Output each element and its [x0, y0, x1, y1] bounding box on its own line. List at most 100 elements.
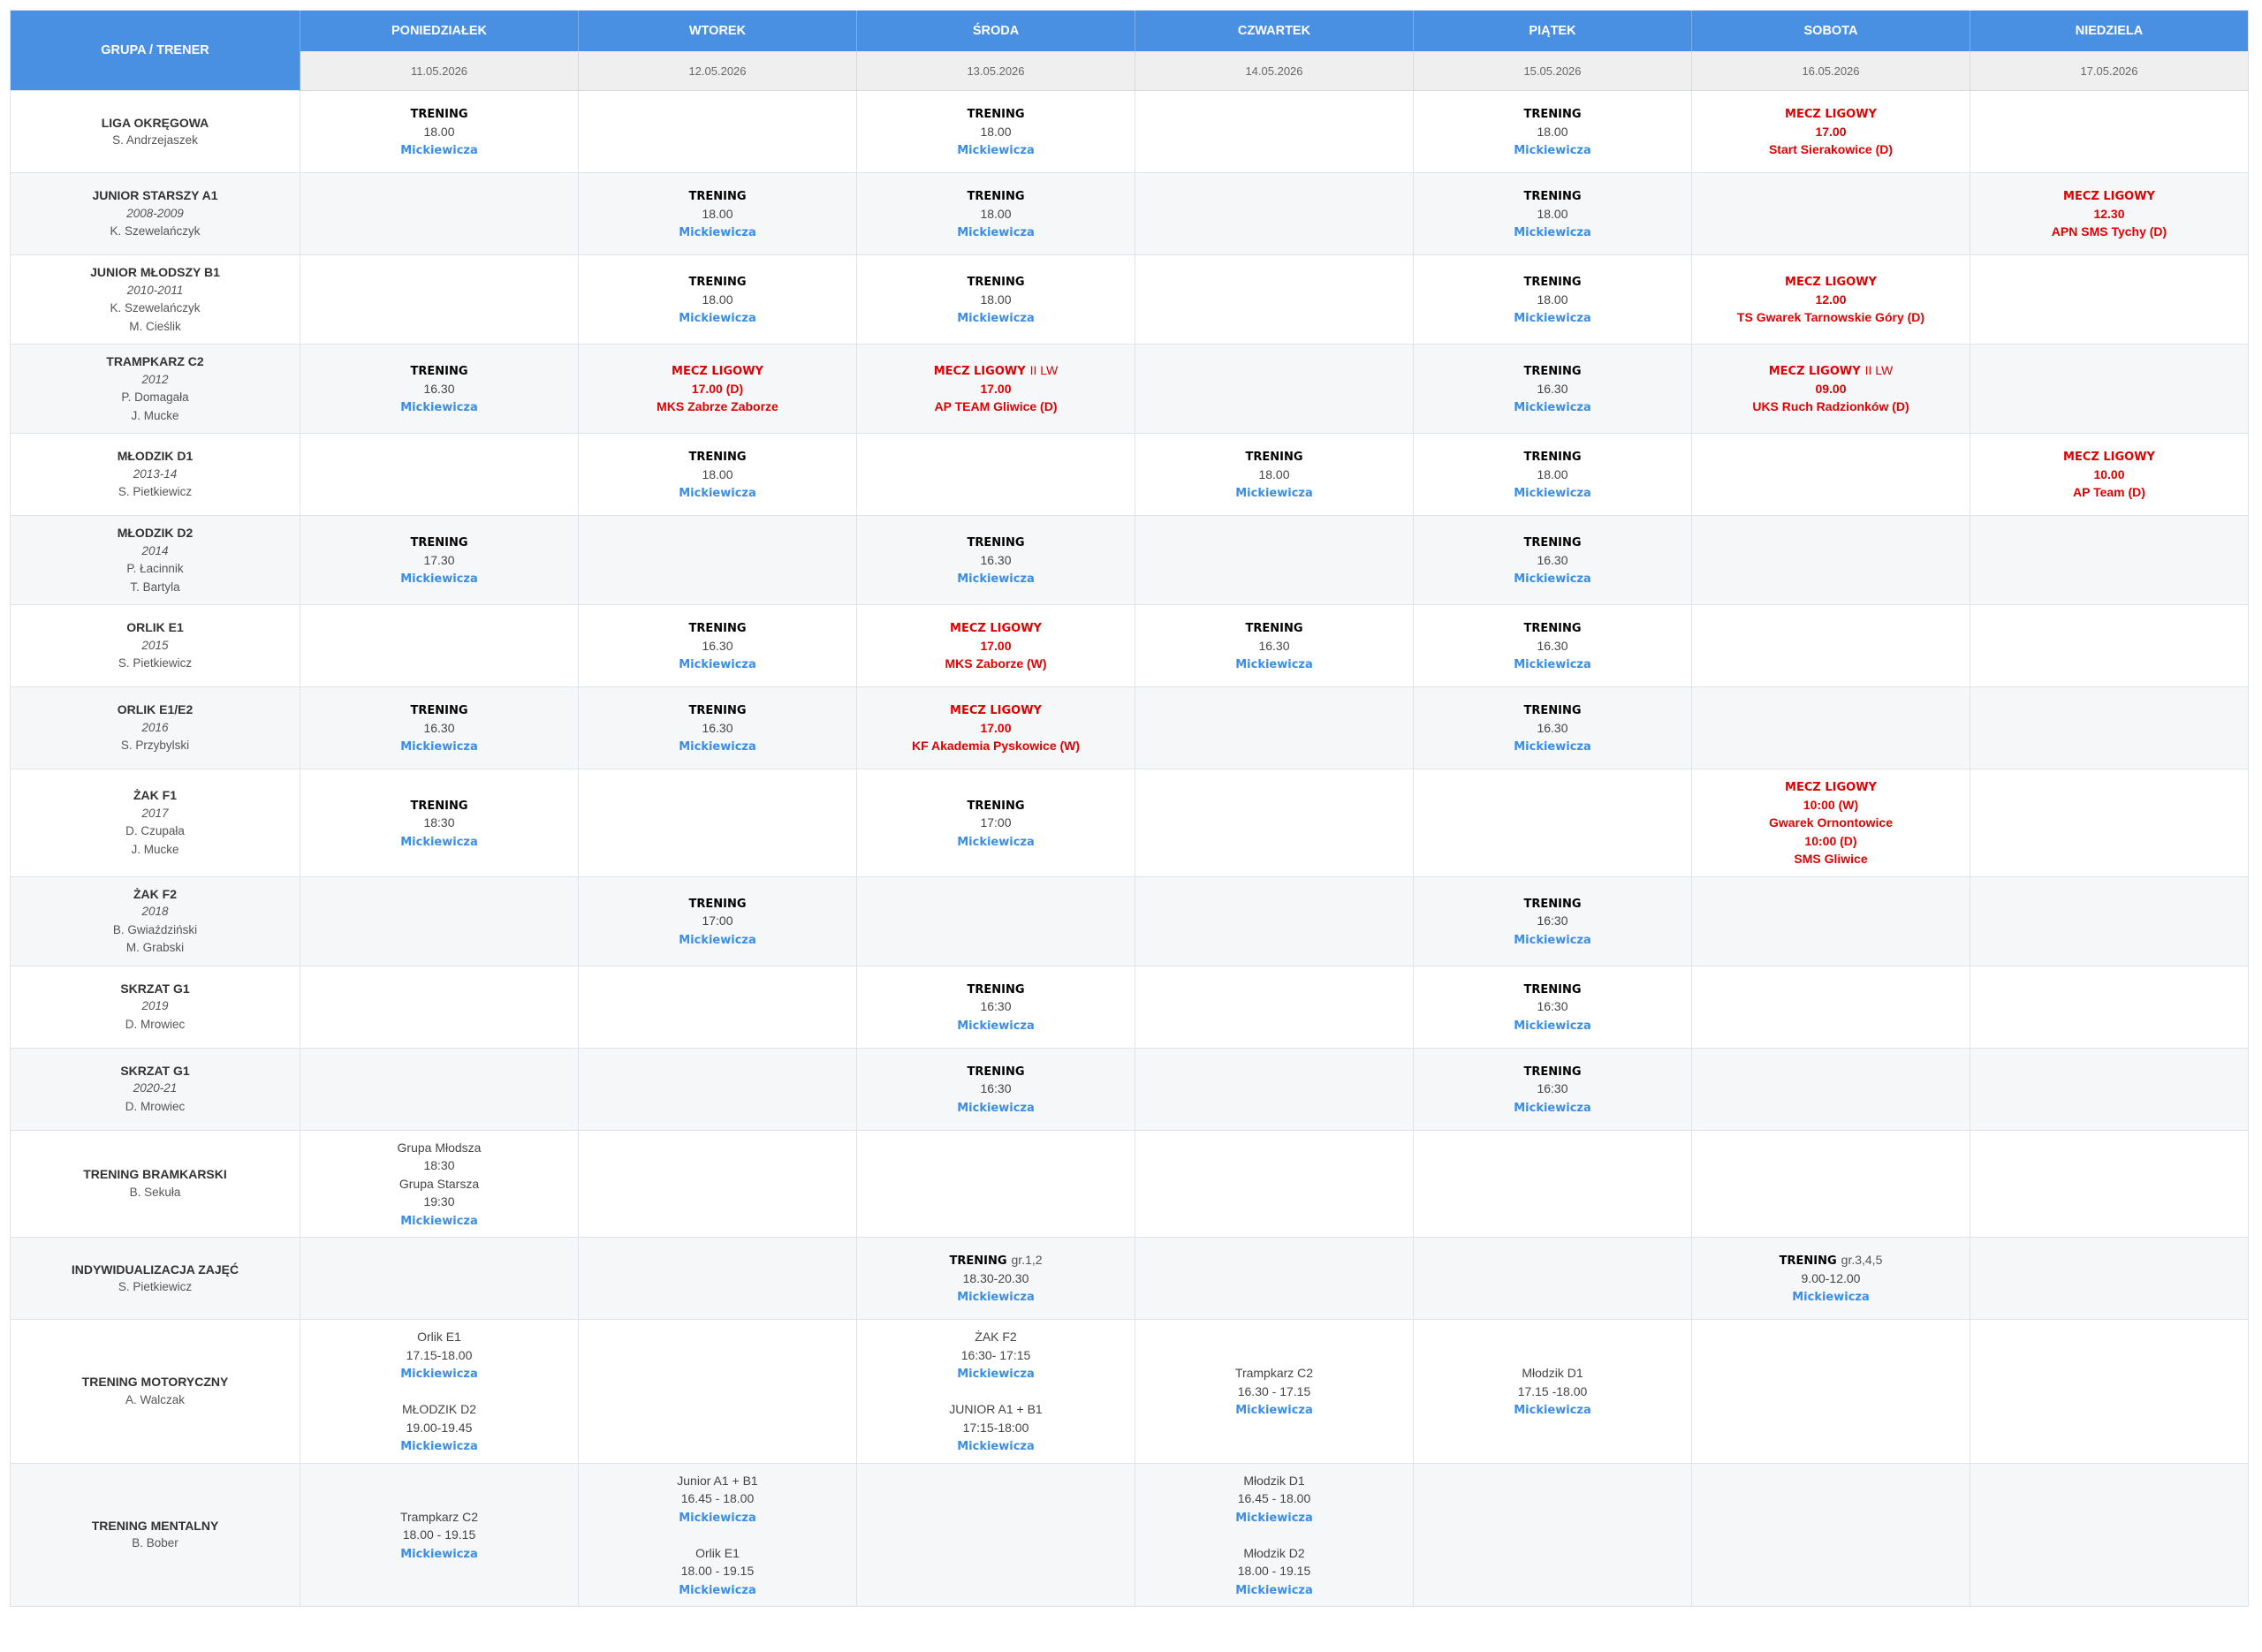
time-text: 16.30 - 17.15: [1237, 1383, 1311, 1398]
group-trainer-header: GRUPA / TRENER: [10, 10, 300, 91]
cell-line: Grupa Starsza: [306, 1175, 573, 1194]
location-link[interactable]: Mickiewicza: [1235, 1584, 1313, 1597]
location-link[interactable]: Mickiewicza: [957, 1368, 1035, 1381]
schedule-cell: [1691, 604, 1970, 687]
time-text: 18.00: [1537, 124, 1568, 139]
location-link[interactable]: Mickiewicza: [400, 1440, 478, 1453]
location-link[interactable]: Mickiewicza: [957, 1440, 1035, 1453]
training-label: TRENING: [1523, 365, 1582, 379]
schedule-cell: [1970, 875, 2249, 966]
cell-line: 18.00 - 19.15: [306, 1526, 573, 1544]
training-label: TRENING: [410, 799, 468, 813]
cell-line: TRENING: [584, 894, 851, 913]
location-link[interactable]: Mickiewicza: [679, 226, 756, 239]
cell-line: Mickiewicza: [862, 1098, 1129, 1117]
location-link[interactable]: Mickiewicza: [679, 487, 756, 500]
location-link[interactable]: Mickiewicza: [679, 658, 756, 671]
weekly-schedule-table: GRUPA / TRENER PONIEDZIAŁEK WTOREK ŚRODA…: [10, 10, 2249, 1607]
location-link[interactable]: Mickiewicza: [400, 1548, 478, 1561]
location-link[interactable]: Mickiewicza: [1514, 401, 1591, 414]
cell-line: 18.00: [1419, 291, 1686, 309]
schedule-cell: TRENING 16.30 Mickiewicza: [1413, 344, 1692, 434]
time-text: 17:15-18:00: [962, 1420, 1029, 1435]
location-link[interactable]: Mickiewicza: [400, 740, 478, 754]
location-link[interactable]: Mickiewicza: [957, 836, 1035, 849]
location-link[interactable]: Mickiewicza: [957, 1102, 1035, 1115]
location-link[interactable]: Mickiewicza: [957, 144, 1035, 157]
location-link[interactable]: Mickiewicza: [1514, 740, 1591, 754]
schedule-cell: [1970, 1047, 2249, 1131]
location-link[interactable]: Mickiewicza: [1235, 1512, 1313, 1525]
location-link[interactable]: Mickiewicza: [1514, 1019, 1591, 1033]
match-time: 10.00: [2093, 466, 2125, 481]
schedule-cell: [1135, 875, 1414, 966]
location-link[interactable]: Mickiewicza: [400, 144, 478, 157]
training-label: TRENING: [949, 1254, 1007, 1269]
schedule-cell: TRENING 17:00 Mickiewicza: [856, 769, 1135, 877]
location-link[interactable]: Mickiewicza: [1514, 144, 1591, 157]
match-label: MECZ LIGOWY: [2063, 190, 2155, 204]
location-link[interactable]: Mickiewicza: [400, 1368, 478, 1381]
location-link[interactable]: Mickiewicza: [400, 572, 478, 586]
cell-line: Mickiewicza: [1697, 1287, 1964, 1306]
location-link[interactable]: Mickiewicza: [679, 1584, 756, 1597]
location-link[interactable]: Mickiewicza: [1235, 658, 1313, 671]
cell-line: MECZ LIGOWY: [1976, 447, 2243, 466]
location-link[interactable]: Mickiewicza: [400, 1215, 478, 1228]
location-link[interactable]: Mickiewicza: [957, 312, 1035, 325]
location-link[interactable]: Mickiewicza: [679, 312, 756, 325]
cell-line: Mickiewicza: [1419, 1098, 1686, 1117]
location-link[interactable]: Mickiewicza: [400, 836, 478, 849]
group-name: TRENING MOTORYCZNY: [81, 1375, 229, 1390]
location-link[interactable]: Mickiewicza: [1792, 1291, 1870, 1304]
cell-line: 17.30: [306, 551, 573, 570]
cell-line: Mickiewicza: [584, 308, 851, 327]
schedule-cell: [856, 1129, 1135, 1238]
opponent-name: UKS Ruch Radzionków (D): [1752, 399, 1909, 414]
cell-line: 17:00: [862, 814, 1129, 832]
group-cell: TRENING MOTORYCZNY A. Walczak: [10, 1319, 300, 1464]
cell-line: APN SMS Tychy (D): [1976, 223, 2243, 241]
location-link[interactable]: Mickiewicza: [1514, 658, 1591, 671]
cell-line: TRENING: [584, 272, 851, 291]
schedule-body: LIGA OKRĘGOWA S. Andrzejaszek TRENING 18.00…: [10, 90, 2249, 1607]
day-header-tuesday: WTOREK: [578, 10, 857, 51]
location-link[interactable]: Mickiewicza: [1235, 487, 1313, 500]
location-link[interactable]: Mickiewicza: [1514, 934, 1591, 947]
schedule-cell: [578, 769, 857, 877]
location-link[interactable]: Mickiewicza: [679, 1512, 756, 1525]
time-text: 18.00: [702, 292, 733, 307]
cell-line: TRENING: [1419, 361, 1686, 380]
schedule-row: TRENING MENTALNY B. Bober Trampkarz C2 18.0…: [10, 1462, 2249, 1607]
location-link[interactable]: Mickiewicza: [1514, 226, 1591, 239]
location-link[interactable]: Mickiewicza: [1514, 572, 1591, 586]
location-link[interactable]: Mickiewicza: [957, 1291, 1035, 1304]
cell-line: Mickiewicza: [306, 832, 573, 851]
location-link[interactable]: Mickiewicza: [1514, 1404, 1591, 1417]
training-label: TRENING: [967, 536, 1025, 550]
location-link[interactable]: Mickiewicza: [679, 740, 756, 754]
cell-line: 16.30: [1419, 551, 1686, 570]
schedule-cell: [1691, 686, 1970, 769]
location-link[interactable]: Mickiewicza: [957, 1019, 1035, 1033]
location-link[interactable]: Mickiewicza: [957, 226, 1035, 239]
schedule-cell: [1135, 965, 1414, 1049]
cell-line: Mickiewicza: [862, 308, 1129, 327]
location-link[interactable]: Mickiewicza: [1514, 1102, 1591, 1115]
time-text: 17.15 -18.00: [1517, 1383, 1588, 1398]
session-text: Trampkarz C2: [399, 1509, 479, 1524]
location-link[interactable]: Mickiewicza: [1514, 487, 1591, 500]
location-link[interactable]: Mickiewicza: [1514, 312, 1591, 325]
schedule-cell: TRENING 18.00 Mickiewicza: [856, 90, 1135, 173]
location-link[interactable]: Mickiewicza: [957, 572, 1035, 586]
day-date-tuesday: 12.05.2026: [578, 51, 857, 91]
location-link[interactable]: Mickiewicza: [1235, 1404, 1313, 1417]
time-text: 17:00: [702, 913, 733, 928]
opponent-name: MKS Zaborze (W): [945, 656, 1047, 671]
cell-line: 16.30: [306, 380, 573, 398]
cell-line: Mickiewicza: [1419, 140, 1686, 159]
location-link[interactable]: Mickiewicza: [400, 401, 478, 414]
group-name: SKRZAT G1: [120, 1063, 190, 1078]
location-link[interactable]: Mickiewicza: [679, 934, 756, 947]
training-label: TRENING: [967, 108, 1025, 122]
